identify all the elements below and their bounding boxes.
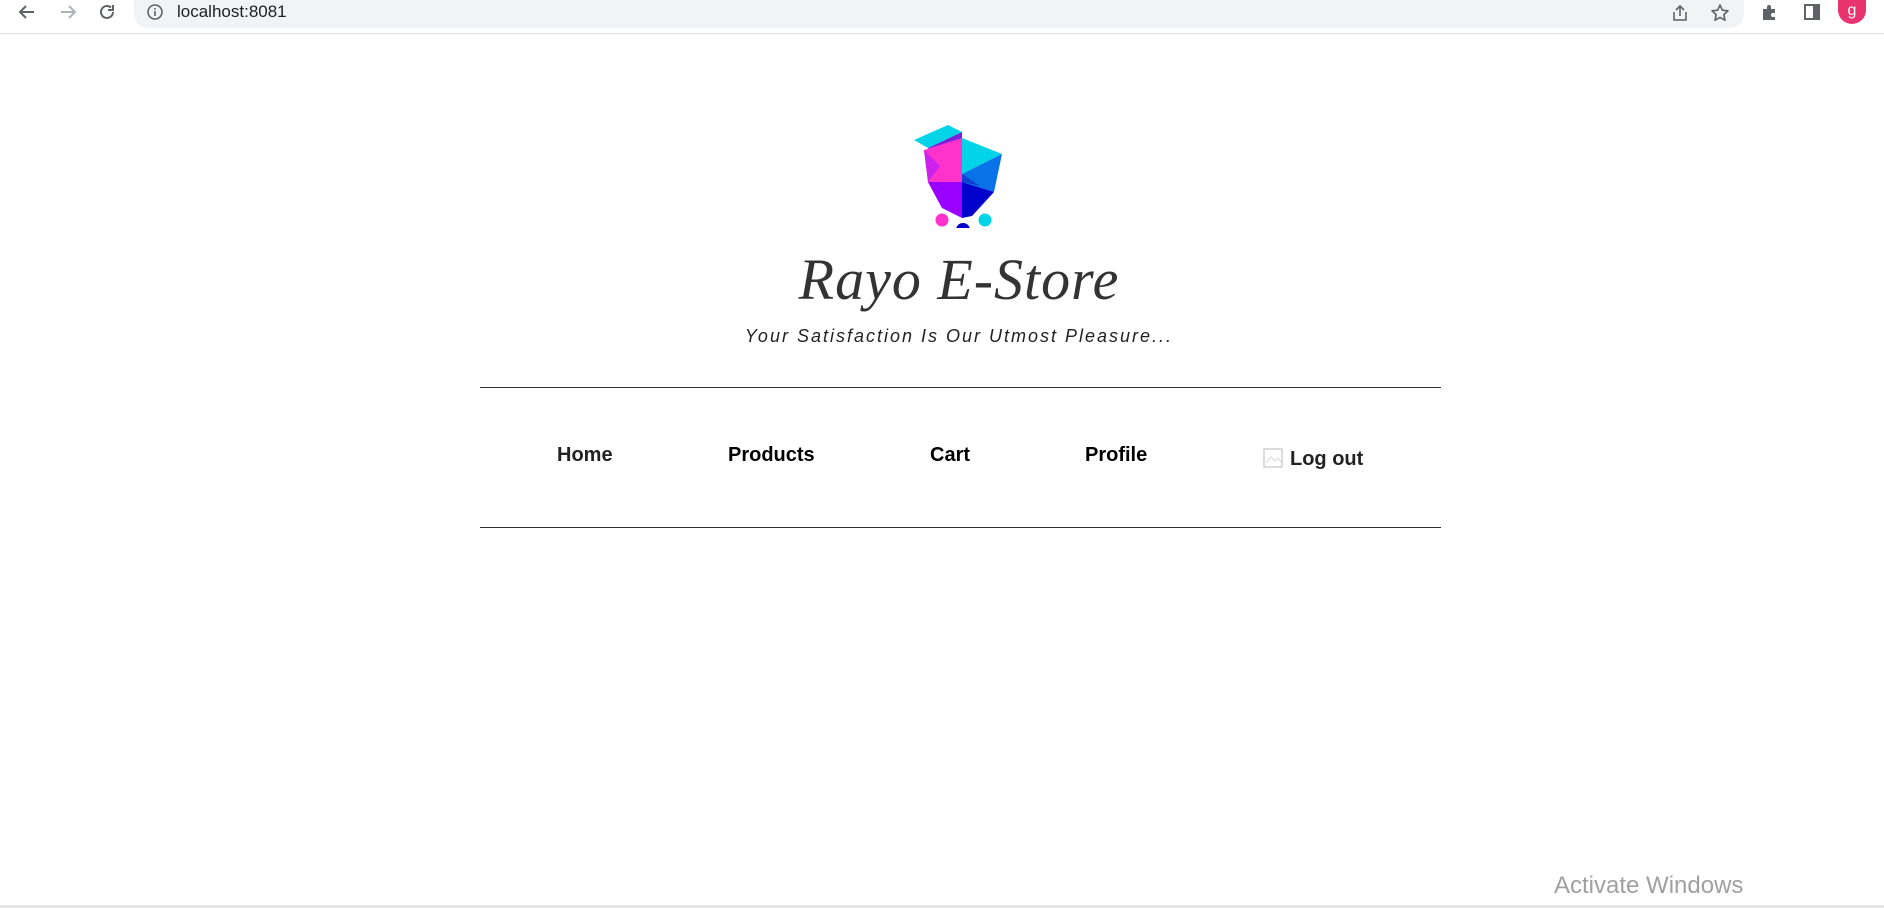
side-panel-icon[interactable]: [1798, 0, 1826, 24]
nav-logout-link[interactable]: Log out: [1262, 444, 1363, 471]
site-title: Rayo E-Store: [798, 247, 1120, 312]
profile-avatar[interactable]: g: [1838, 0, 1866, 24]
star-icon[interactable]: [1708, 1, 1732, 25]
info-icon[interactable]: [146, 3, 164, 21]
url-text[interactable]: localhost:8081: [177, 2, 287, 22]
nav-profile-link[interactable]: Profile: [1085, 444, 1147, 467]
logout-label: Log out: [1290, 448, 1364, 470]
site-tagline: Your Satisfaction Is Our Utmost Pleasure…: [744, 326, 1174, 346]
nav-divider-top: [480, 387, 1441, 388]
nav-cart-link[interactable]: Cart: [930, 444, 970, 467]
nav-home-link[interactable]: Home: [557, 444, 613, 467]
share-icon[interactable]: [1668, 1, 1692, 25]
browser-toolbar: localhost:8081 g: [0, 0, 1884, 34]
activate-windows-watermark: Activate Windows: [1554, 872, 1744, 899]
reload-icon[interactable]: [94, 0, 120, 24]
shopping-cart-logo: [910, 120, 1005, 237]
back-arrow-icon[interactable]: [14, 0, 40, 24]
nav-products-link[interactable]: Products: [728, 444, 815, 467]
broken-image-icon: [1263, 447, 1283, 468]
nav-divider-bottom: [480, 527, 1441, 528]
address-bar[interactable]: localhost:8081: [134, 0, 1744, 28]
puzzle-icon[interactable]: [1756, 0, 1784, 24]
forward-arrow-icon[interactable]: [55, 0, 81, 24]
